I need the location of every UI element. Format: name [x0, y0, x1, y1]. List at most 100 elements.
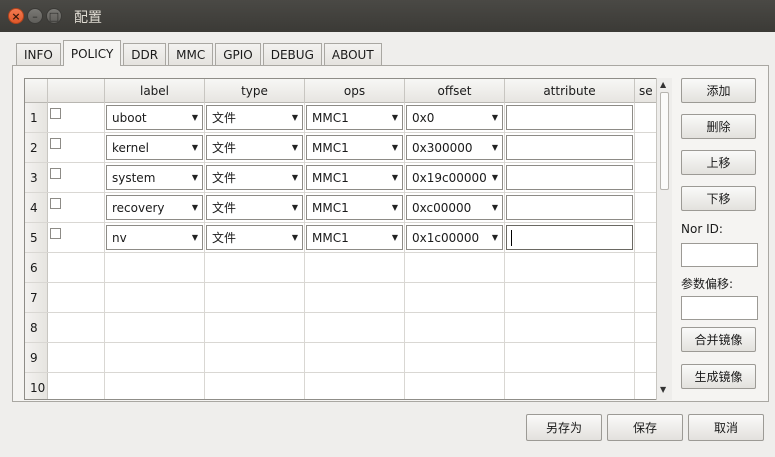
- row-number[interactable]: 2: [25, 133, 48, 162]
- chevron-down-icon[interactable]: ▼: [188, 166, 202, 189]
- offset-dropdown[interactable]: 0x1c00000 ▼: [406, 225, 503, 250]
- generate-image-button[interactable]: 生成镜像: [681, 364, 756, 389]
- chevron-down-icon[interactable]: ▼: [288, 106, 302, 129]
- type-dropdown[interactable]: 文件 ▼: [206, 165, 303, 190]
- attribute-input[interactable]: [506, 105, 633, 130]
- table-scrollbar[interactable]: ▲ ▼: [656, 78, 672, 400]
- row-number[interactable]: 5: [25, 223, 48, 252]
- row-checkbox[interactable]: [50, 198, 61, 209]
- chevron-down-icon[interactable]: ▼: [288, 196, 302, 219]
- tab-about[interactable]: ABOUT: [323, 43, 382, 66]
- row-number[interactable]: 1: [25, 103, 48, 132]
- row-number[interactable]: 10: [25, 373, 48, 399]
- checkbox-header: [48, 79, 105, 103]
- type-dropdown[interactable]: 文件 ▼: [206, 225, 303, 250]
- row-number[interactable]: 6: [25, 253, 48, 282]
- offset-dropdown[interactable]: 0xc00000 ▼: [406, 195, 503, 220]
- save-as-button[interactable]: 另存为: [526, 414, 602, 441]
- type-dropdown[interactable]: 文件 ▼: [206, 195, 303, 220]
- header-attribute[interactable]: attribute: [505, 79, 635, 103]
- chevron-down-icon[interactable]: ▼: [388, 166, 402, 189]
- row-checkbox[interactable]: [50, 108, 61, 119]
- chevron-down-icon[interactable]: ▼: [188, 106, 202, 129]
- row-checkbox[interactable]: [50, 138, 61, 149]
- type-dropdown[interactable]: 文件 ▼: [206, 135, 303, 160]
- add-button[interactable]: 添加: [681, 78, 756, 103]
- ops-dropdown[interactable]: MMC1 ▼: [306, 165, 403, 190]
- label-dropdown[interactable]: nv ▼: [106, 225, 203, 250]
- attribute-input[interactable]: [506, 135, 633, 160]
- row-number[interactable]: 9: [25, 343, 48, 372]
- merge-image-button[interactable]: 合并镜像: [681, 327, 756, 352]
- attribute-input[interactable]: [506, 225, 633, 250]
- header-offset[interactable]: offset: [405, 79, 505, 103]
- ops-dropdown[interactable]: MMC1 ▼: [306, 225, 403, 250]
- attribute-input[interactable]: [506, 165, 633, 190]
- delete-button[interactable]: 删除: [681, 114, 756, 139]
- chevron-down-icon[interactable]: ▼: [488, 196, 502, 219]
- chevron-down-icon[interactable]: ▼: [388, 106, 402, 129]
- label-dropdown[interactable]: kernel ▼: [106, 135, 203, 160]
- tab-gpio[interactable]: GPIO: [215, 43, 261, 66]
- tab-info[interactable]: INFO: [16, 43, 61, 66]
- attribute-input[interactable]: [506, 195, 633, 220]
- maximize-icon[interactable]: □: [46, 8, 62, 24]
- table-row: 3 system ▼ 文件 ▼ MMC1 ▼ 0x19c00000 ▼: [25, 163, 671, 193]
- chevron-down-icon[interactable]: ▼: [388, 226, 402, 249]
- chevron-down-icon[interactable]: ▼: [488, 106, 502, 129]
- ops-dropdown[interactable]: MMC1 ▼: [306, 105, 403, 130]
- row-number[interactable]: 7: [25, 283, 48, 312]
- cancel-button[interactable]: 取消: [688, 414, 764, 441]
- corner-header: [25, 79, 48, 103]
- type-dropdown[interactable]: 文件 ▼: [206, 105, 303, 130]
- attribute-cell: [505, 373, 635, 399]
- chevron-down-icon[interactable]: ▼: [488, 166, 502, 189]
- nor-id-input[interactable]: [681, 243, 758, 267]
- label-cell: system ▼: [105, 163, 205, 192]
- close-icon[interactable]: ×: [8, 8, 24, 24]
- param-offset-input[interactable]: [681, 296, 758, 320]
- ops-cell: MMC1 ▼: [305, 133, 405, 162]
- scroll-thumb[interactable]: [660, 92, 669, 190]
- ops-dropdown[interactable]: MMC1 ▼: [306, 135, 403, 160]
- ops-cell: [305, 283, 405, 312]
- row-number[interactable]: 8: [25, 313, 48, 342]
- table-body: 1 uboot ▼ 文件 ▼ MMC1 ▼ 0x0 ▼ 2 kernel ▼ 文件 ▼ MMC1 ▼ 0x300…: [25, 103, 671, 399]
- scroll-down-icon[interactable]: ▼: [660, 385, 666, 394]
- tab-debug[interactable]: DEBUG: [262, 43, 322, 66]
- header-ops[interactable]: ops: [305, 79, 405, 103]
- chevron-down-icon[interactable]: ▼: [288, 136, 302, 159]
- tab-policy[interactable]: POLICY: [62, 40, 122, 66]
- offset-dropdown[interactable]: 0x300000 ▼: [406, 135, 503, 160]
- offset-dropdown[interactable]: 0x19c00000 ▼: [406, 165, 503, 190]
- move-down-button[interactable]: 下移: [681, 186, 756, 211]
- chevron-down-icon[interactable]: ▼: [188, 136, 202, 159]
- chevron-down-icon[interactable]: ▼: [388, 136, 402, 159]
- tab-mmc[interactable]: MMC: [168, 43, 214, 66]
- offset-dropdown[interactable]: 0x0 ▼: [406, 105, 503, 130]
- move-up-button[interactable]: 上移: [681, 150, 756, 175]
- chevron-down-icon[interactable]: ▼: [388, 196, 402, 219]
- minimize-icon[interactable]: –: [27, 8, 43, 24]
- label-dropdown[interactable]: uboot ▼: [106, 105, 203, 130]
- label-dropdown[interactable]: system ▼: [106, 165, 203, 190]
- tab-ddr[interactable]: DDR: [123, 43, 167, 66]
- header-type[interactable]: type: [205, 79, 305, 103]
- chevron-down-icon[interactable]: ▼: [288, 166, 302, 189]
- chevron-down-icon[interactable]: ▼: [188, 196, 202, 219]
- chevron-down-icon[interactable]: ▼: [488, 226, 502, 249]
- chevron-down-icon[interactable]: ▼: [288, 226, 302, 249]
- header-label[interactable]: label: [105, 79, 205, 103]
- chevron-down-icon[interactable]: ▼: [488, 136, 502, 159]
- ops-dropdown[interactable]: MMC1 ▼: [306, 195, 403, 220]
- chevron-down-icon[interactable]: ▼: [188, 226, 202, 249]
- checkbox-cell: [48, 133, 105, 162]
- row-number[interactable]: 3: [25, 163, 48, 192]
- row-number[interactable]: 4: [25, 193, 48, 222]
- label-dropdown[interactable]: recovery ▼: [106, 195, 203, 220]
- save-button[interactable]: 保存: [607, 414, 683, 441]
- row-checkbox[interactable]: [50, 168, 61, 179]
- row-checkbox[interactable]: [50, 228, 61, 239]
- label-cell: [105, 313, 205, 342]
- scroll-up-icon[interactable]: ▲: [660, 80, 666, 89]
